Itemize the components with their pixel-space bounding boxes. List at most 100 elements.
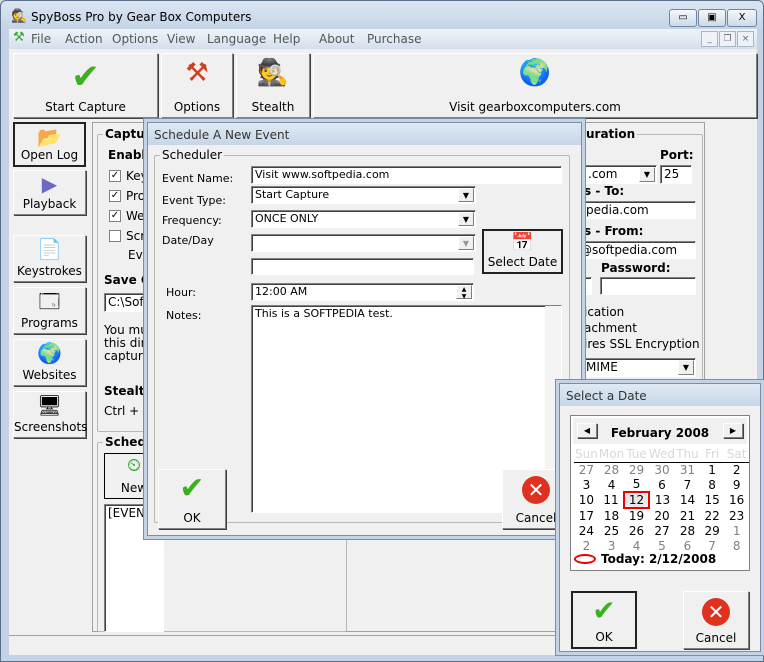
calendar-day[interactable]: 1 [724, 523, 749, 538]
calendar-day[interactable]: 5 [649, 538, 675, 553]
calendar-day[interactable]: 4 [624, 538, 649, 553]
weekday-header: Mon [598, 446, 625, 463]
sidebar-playback[interactable]: ▶ Playback [13, 170, 86, 215]
visit-website-button[interactable]: 🌍 Visit gearboxcomputers.com [313, 53, 757, 118]
calendar-day[interactable]: 8 [724, 538, 749, 553]
menu-about[interactable]: About [319, 32, 354, 46]
calendar-day[interactable]: 17 [574, 508, 599, 523]
chevron-down-icon: ▼ [678, 360, 694, 375]
chevron-down-icon: ▼ [458, 188, 474, 202]
calendar-day[interactable]: 27 [574, 462, 599, 477]
calendar-day[interactable]: 16 [724, 492, 749, 508]
calendar-day[interactable]: 3 [599, 538, 624, 553]
calendar-day[interactable]: 23 [724, 508, 749, 523]
sidebar-programs[interactable]: 🗔 Programs [13, 287, 86, 334]
event-type-select[interactable]: Start Capture ▼ [251, 186, 476, 204]
calendar-day[interactable]: 6 [649, 477, 675, 492]
calendar-day[interactable]: 13 [649, 492, 675, 508]
minimize-button[interactable]: ▭ [669, 9, 697, 27]
date-day-select[interactable]: ▼ [251, 234, 476, 252]
menu-language[interactable]: Language [207, 32, 266, 46]
scheduler-group-title: Scheduler [160, 148, 225, 162]
close-button[interactable]: X [727, 9, 757, 27]
calendar-day[interactable]: 19 [624, 508, 649, 523]
weekday-header: Fri [699, 446, 725, 463]
calendar-day[interactable]: 26 [624, 523, 649, 538]
sidebar-open-log[interactable]: 📂 Open Log [13, 122, 86, 167]
spinner-arrows-icon[interactable]: ▲ ▼ [456, 285, 472, 300]
maximize-button[interactable]: ▣ [698, 9, 726, 27]
calendar-cancel-button[interactable]: ✕ Cancel [683, 591, 749, 649]
calendar-day[interactable]: 28 [599, 462, 624, 477]
option-attachment[interactable]: achment [584, 321, 637, 335]
menu-purchase[interactable]: Purchase [367, 32, 422, 46]
start-capture-button[interactable]: ✔ Start Capture [13, 53, 158, 118]
calendar-ok-button[interactable]: ✔ OK [571, 591, 637, 649]
checkbox[interactable]: ✓ [109, 190, 121, 202]
calendar-day[interactable]: 25 [599, 523, 624, 538]
calendar-day[interactable]: 7 [700, 538, 724, 553]
menu-options[interactable]: Options [112, 32, 158, 46]
menu-action[interactable]: Action [65, 32, 103, 46]
menu-help[interactable]: Help [273, 32, 300, 46]
options-button[interactable]: ⚒ Options [161, 53, 233, 118]
menu-file[interactable]: File [31, 32, 51, 46]
calendar-day[interactable]: 29 [624, 462, 649, 477]
note-line: capture [104, 349, 150, 363]
calendar-day[interactable]: 14 [675, 492, 700, 508]
calendar-day[interactable]: 28 [675, 523, 700, 538]
select-date-button[interactable]: 📅 Select Date [482, 229, 563, 274]
sidebar-websites[interactable]: 🌍 Websites [13, 339, 86, 386]
mdi-minimize-button[interactable]: _ [701, 31, 718, 47]
calendar-day[interactable]: 8 [700, 477, 724, 492]
frequency-select[interactable]: ONCE ONLY ▼ [251, 210, 476, 228]
globe-icon: 🌍 [518, 58, 552, 88]
next-month-button[interactable]: ▶ [723, 423, 743, 438]
calendar-day[interactable]: 7 [675, 477, 700, 492]
frequency-value: ONCE ONLY [255, 212, 319, 225]
event-name-input[interactable]: Visit www.softpedia.com [251, 166, 562, 184]
calendar-day[interactable]: 2 [574, 538, 599, 553]
sidebar-keystrokes[interactable]: 📄 Keystrokes [13, 235, 86, 282]
calendar-day[interactable]: 31 [675, 462, 700, 477]
window-title: SpyBoss Pro by Gear Box Computers [31, 10, 252, 24]
calendar-day[interactable]: 5 [624, 477, 649, 492]
config-group-title: uration [584, 127, 638, 141]
sidebar-screenshots[interactable]: 🖥 Screenshots [13, 391, 87, 438]
calendar-day[interactable]: 9 [724, 477, 749, 492]
checkmark-icon: ✔ [179, 471, 205, 506]
calendar-day[interactable]: 22 [700, 508, 724, 523]
calendar-day[interactable]: 4 [599, 477, 624, 492]
password-input[interactable] [600, 277, 696, 295]
option-ssl[interactable]: ires SSL Encryption [584, 337, 700, 351]
calendar-day[interactable]: 21 [675, 508, 700, 523]
calendar-day[interactable]: 3 [574, 477, 599, 492]
date-input[interactable] [251, 258, 474, 275]
clock-icon: ⏲ [126, 455, 142, 476]
calendar-day[interactable]: 20 [649, 508, 675, 523]
calendar-day[interactable]: 10 [574, 492, 599, 508]
calendar-day[interactable]: 24 [574, 523, 599, 538]
calendar-day[interactable]: 15 [700, 492, 724, 508]
mdi-close-button[interactable]: × [737, 31, 754, 47]
calendar-day[interactable]: 30 [649, 462, 675, 477]
calendar-day[interactable]: 2 [724, 462, 749, 477]
calendar-day[interactable]: 18 [599, 508, 624, 523]
hour-spinner[interactable]: 12:00 AM ▲ ▼ [251, 283, 474, 301]
dialog-ok-button[interactable]: ✔ OK [158, 469, 226, 529]
calendar-day[interactable]: 1 [700, 462, 724, 477]
calendar-day[interactable]: 6 [675, 538, 700, 553]
calendar-day[interactable]: 11 [599, 492, 624, 508]
port-input[interactable]: 25 [660, 165, 692, 184]
calendar-day[interactable]: 29 [700, 523, 724, 538]
option-authentication[interactable]: ication [584, 305, 624, 319]
menu-view[interactable]: View [167, 32, 195, 46]
calendar-day[interactable]: 12 [623, 491, 650, 509]
checkbox[interactable]: ✓ [109, 170, 121, 182]
stealth-button[interactable]: 🕵 Stealth [236, 53, 310, 118]
mdi-restore-button[interactable]: ❐ [719, 31, 736, 47]
today-link[interactable]: Today: 2/12/2008 [601, 552, 716, 566]
checkbox[interactable] [109, 230, 121, 242]
calendar-day[interactable]: 27 [649, 523, 675, 538]
checkbox[interactable]: ✓ [109, 210, 121, 222]
